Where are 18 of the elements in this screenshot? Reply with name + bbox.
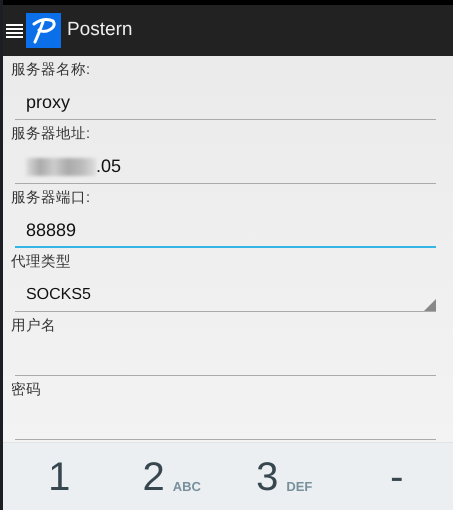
field-label: 服务器地址:: [10, 125, 90, 144]
dropdown-corner-icon: [424, 299, 436, 311]
app-logo-icon: [26, 13, 61, 48]
input-field[interactable]: 88889: [15, 210, 436, 248]
field-label: 服务器名称:: [10, 61, 90, 80]
field-label: 服务器端口:: [10, 189, 90, 208]
input-field[interactable]: proxy: [15, 82, 436, 120]
keyboard-key[interactable]: -: [340, 456, 453, 496]
field-label: 密码: [10, 380, 41, 400]
field-label: 代理类型: [10, 253, 71, 272]
app-title: Postern: [67, 18, 132, 42]
keyboard-key[interactable]: 1: [3, 456, 116, 496]
menu-icon[interactable]: [6, 24, 23, 38]
keyboard-key[interactable]: 2 ABC: [116, 456, 228, 496]
field-label: 用户名: [10, 317, 56, 336]
dropdown[interactable]: SOCKS5: [15, 274, 436, 312]
input-field[interactable]: .05: [15, 146, 436, 184]
keyboard-key[interactable]: 3 DEF: [228, 456, 340, 496]
